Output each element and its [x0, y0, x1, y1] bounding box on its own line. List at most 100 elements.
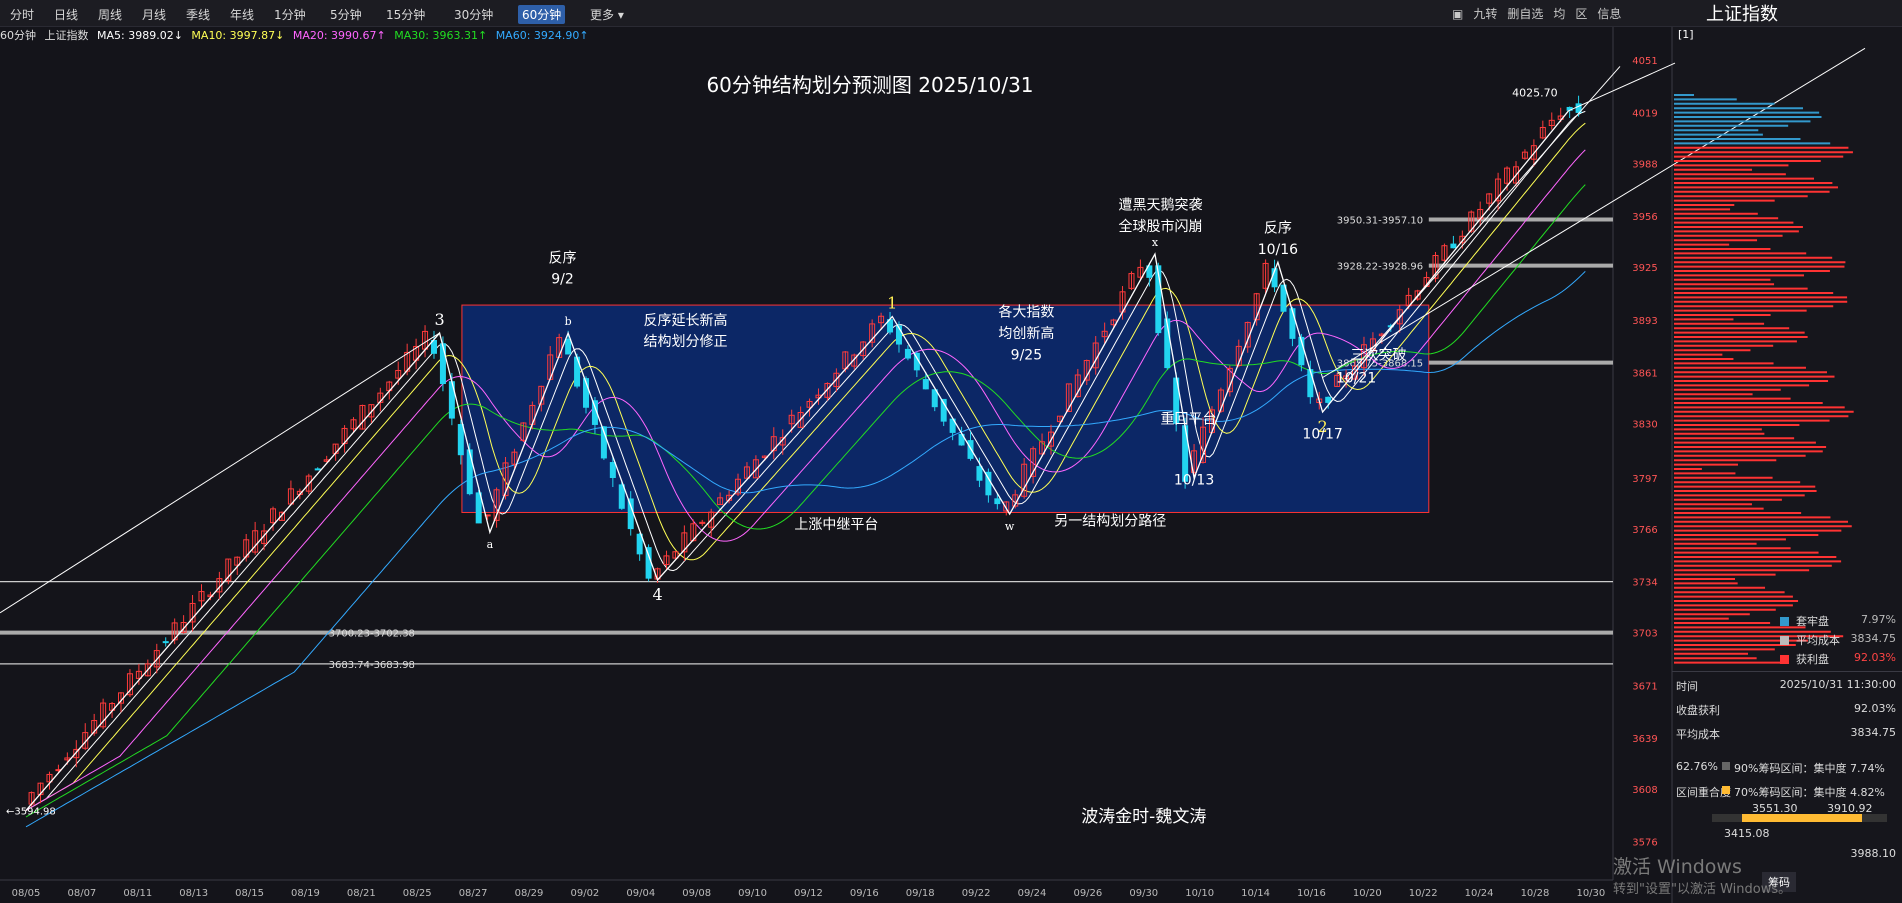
support-line-label: 3950.31-3957.10 [1337, 215, 1423, 226]
tab-4[interactable]: 季线 [182, 5, 214, 24]
tab-3[interactable]: 月线 [138, 5, 170, 24]
panel-separator [1672, 671, 1902, 672]
y-tick-label: 3797 [1632, 474, 1657, 485]
legend-value: 3834.75 [1850, 632, 1897, 645]
profit-label: 收盘获利 [1676, 704, 1720, 717]
support-line-label: 3683.74-3683.98 [329, 660, 415, 671]
y-tick-label: 3766 [1632, 525, 1657, 536]
x-tick-label: 08/05 [12, 888, 41, 899]
chart-annotation: 各大指数 [998, 305, 1054, 321]
x-tick-label: 09/24 [1018, 888, 1047, 899]
range-bar-fill [1742, 814, 1862, 822]
candle-body [1307, 369, 1314, 398]
legend-swatch [1780, 655, 1789, 664]
y-tick-label: 4019 [1632, 108, 1657, 119]
high-price-label: 4025.70 [1512, 87, 1558, 100]
tab-8[interactable]: 15分钟 [382, 5, 429, 24]
toolbar-tool-4[interactable]: 区 [1575, 7, 1587, 21]
chart-annotation: 反序 [549, 250, 577, 266]
toolbar-right: ▣ 九转 删自选均区信息 [1452, 5, 1631, 22]
wave-label: a [487, 538, 494, 551]
x-tick-label: 09/16 [850, 888, 879, 899]
ma5-value: MA5: 3989.02↓ [97, 29, 183, 42]
candle-body [931, 389, 938, 408]
ma10-value: MA10: 3997.87↓ [191, 29, 285, 42]
legend-label: 获利盘 [1796, 653, 1829, 666]
toolbar-tool-3[interactable]: 均 [1553, 7, 1565, 21]
concentration-pct: 62.76% [1676, 760, 1718, 773]
x-tick-label: 08/25 [403, 888, 432, 899]
y-tick-label: 3576 [1632, 838, 1657, 849]
toolbar-tool-0[interactable]: ▣ [1452, 7, 1463, 21]
chart-annotation: 9/2 [551, 272, 574, 288]
toolbar-tool-2[interactable]: 删自选 [1507, 7, 1543, 21]
chart-annotation: 另一结构划分路径 [1054, 514, 1166, 530]
chart-annotation: 反序 [1264, 221, 1292, 237]
tab-5[interactable]: 年线 [226, 5, 258, 24]
x-tick-label: 09/08 [682, 888, 711, 899]
chart-annotation: 三次突破 [1351, 347, 1407, 363]
tab-9[interactable]: 30分钟 [450, 5, 497, 24]
x-tick-label: 08/19 [291, 888, 320, 899]
cost-value: 3834.75 [1850, 726, 1897, 739]
candle-body [1450, 243, 1457, 249]
candle-body [618, 484, 625, 509]
candle-body [922, 379, 929, 390]
x-tick-label: 10/14 [1241, 888, 1270, 899]
y-tick-label: 3830 [1632, 420, 1657, 431]
x-tick-label: 09/30 [1129, 888, 1158, 899]
wave-label: w [1005, 520, 1015, 533]
ma60-value: MA60: 3924.90↑ [495, 29, 589, 42]
toolbar-tool-5[interactable]: 信息 [1597, 7, 1621, 21]
chart-annotation: 结构划分修正 [643, 334, 727, 350]
toolbar-tool-1[interactable]: 九转 [1473, 7, 1497, 21]
y-tick-label: 3639 [1632, 734, 1657, 745]
windows-watermark-sub: 转到"设置"以激活 Windows。 [1613, 882, 1792, 897]
wave-label: 3 [434, 310, 444, 329]
x-tick-label: 09/22 [962, 888, 991, 899]
candle-body [314, 468, 321, 471]
x-tick-label: 10/10 [1185, 888, 1214, 899]
legend-label: 平均成本 [1796, 634, 1840, 647]
legend-swatch [1780, 636, 1789, 645]
tab-10[interactable]: 60分钟 [518, 5, 566, 24]
chart-annotation: 10/21 [1336, 370, 1376, 386]
x-tick-label: 08/29 [515, 888, 544, 899]
x-tick-label: 09/26 [1073, 888, 1102, 899]
tab-6[interactable]: 1分钟 [270, 5, 310, 24]
chart-annotation: 重回平台 [1160, 412, 1216, 428]
cost-label: 平均成本 [1676, 728, 1720, 741]
chart-annotation: 9/25 [1011, 347, 1042, 363]
tab-11[interactable]: 更多 ▾ [586, 5, 628, 24]
y-tick-label: 3734 [1632, 578, 1657, 589]
range70-low: 3551.30 [1752, 802, 1798, 815]
y-tick-label: 3893 [1632, 316, 1657, 327]
period-label: 60分钟 [0, 29, 36, 42]
profit-value: 92.03% [1854, 702, 1896, 715]
x-tick-label: 09/10 [738, 888, 767, 899]
kline-chart[interactable]: 4051 4019 3988 3956 3925 3893 3861 3830 3797 3766… [0, 0, 1902, 903]
candle-body [457, 424, 464, 456]
chip-panel: 套牢盘 7.97% 平均成本 3834.75 获利盘 92.03% 时间 2025/10/31… [1672, 27, 1902, 903]
time-value: 2025/10/31 11:30:00 [1779, 678, 1896, 691]
tab-7[interactable]: 5分钟 [326, 5, 366, 24]
y-tick-label: 3925 [1632, 263, 1657, 274]
ma20-value: MA20: 3990.67↑ [292, 29, 386, 42]
x-tick-label: 09/18 [906, 888, 935, 899]
ma30-value: MA30: 3963.31↑ [394, 29, 488, 42]
chart-annotation: 全球股市闪崩 [1119, 218, 1203, 235]
x-tick-label: 10/24 [1465, 888, 1494, 899]
tab-0[interactable]: 分时 [6, 5, 38, 24]
support-line-label: 3700.23-3702.38 [329, 629, 415, 640]
legend-swatch [1780, 617, 1789, 626]
x-tick-label: 10/28 [1521, 888, 1550, 899]
tab-1[interactable]: 日线 [50, 5, 82, 24]
index-name: 上证指数 [44, 29, 89, 42]
x-tick-label: 08/27 [459, 888, 488, 899]
y-tick-label: 3608 [1632, 785, 1657, 796]
tab-2[interactable]: 周线 [94, 5, 126, 24]
candle-body [627, 498, 634, 530]
candle-body [609, 462, 616, 479]
x-tick-label: 10/16 [1297, 888, 1326, 899]
chart-title: 60分钟结构划分预测图 2025/10/31 [706, 73, 1033, 97]
